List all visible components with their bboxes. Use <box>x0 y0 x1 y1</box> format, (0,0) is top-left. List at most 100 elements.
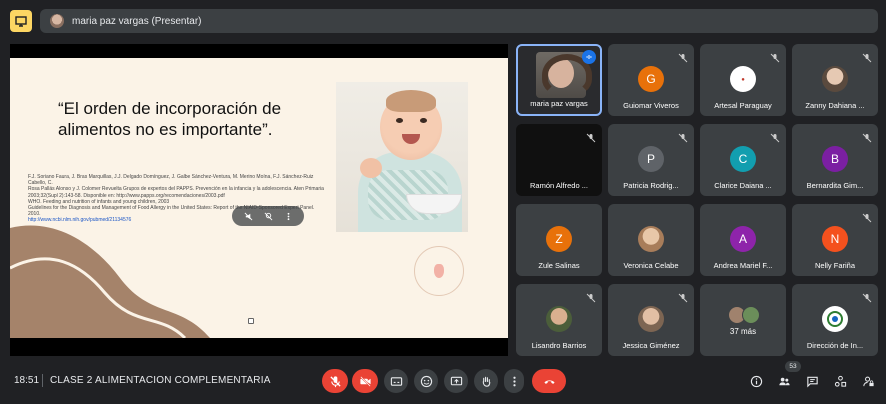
participant-tile[interactable]: Dirección de In... <box>792 284 878 356</box>
emoji-icon <box>420 375 432 387</box>
info-icon <box>750 375 762 387</box>
participant-name: Zanny Dahiana ... <box>805 101 865 110</box>
hand-icon <box>482 376 490 387</box>
more-options-icon[interactable] <box>283 211 293 221</box>
mic-off-icon <box>862 50 872 63</box>
chat-button[interactable] <box>804 373 820 389</box>
avatar <box>50 14 64 28</box>
bottom-bar: 18:51 CLASE 2 ALIMENTACION COMPLEMENTARI… <box>0 358 886 404</box>
participant-video <box>536 52 592 98</box>
meeting-details-button[interactable] <box>748 373 764 389</box>
participant-tile[interactable]: A Andrea Mariel F... <box>700 204 786 276</box>
avatar: N <box>822 226 848 252</box>
mic-toggle-button[interactable] <box>322 369 348 393</box>
participant-name: Guiomar Viveros <box>623 101 679 110</box>
more-participants-label: 37 más <box>729 327 757 336</box>
more-participants-tile[interactable]: 37 más <box>700 284 786 356</box>
slide-overlay-controls <box>232 206 304 226</box>
mic-off-icon <box>862 290 872 303</box>
participant-tile[interactable]: Ramón Alfredo ... <box>516 124 602 196</box>
clock: 18:51 <box>14 375 40 386</box>
avatar <box>638 306 664 332</box>
participant-name: Patricia Rodrig... <box>623 181 679 190</box>
reference-line: Rosa Pallás Alonso y J. Colomer Revuelta… <box>28 186 324 193</box>
participant-name: Lisandro Barrios <box>531 341 587 350</box>
mic-off-icon <box>862 130 872 143</box>
participant-name: Bernardita Gim... <box>806 181 864 190</box>
lock-person-icon <box>862 376 874 386</box>
avatar <box>638 226 664 252</box>
people-count-badge: 53 <box>785 361 801 372</box>
divider <box>42 374 43 387</box>
mic-off-icon <box>770 50 780 63</box>
avatar: Z <box>546 226 572 252</box>
chat-icon <box>806 376 818 387</box>
emoji-button[interactable] <box>414 369 438 393</box>
presentation-slide: “El orden de incorporación de alimentos … <box>10 58 508 338</box>
presentation-icon[interactable] <box>10 10 32 32</box>
mic-off-icon <box>329 375 341 387</box>
participant-tile[interactable]: B Bernardita Gim... <box>792 124 878 196</box>
avatar: P <box>638 146 664 172</box>
mic-off-icon <box>678 50 688 63</box>
presenter-chip[interactable]: maria paz vargas (Presentar) <box>40 9 878 33</box>
mute-icon[interactable] <box>243 211 253 221</box>
participant-tile[interactable]: maria paz vargas <box>516 44 602 116</box>
participant-tile[interactable]: ● Artesal Paraguay <box>700 44 786 116</box>
participant-tile[interactable]: P Patricia Rodrig... <box>608 124 694 196</box>
participant-tile[interactable]: Veronica Celabe <box>608 204 694 276</box>
camera-toggle-button[interactable] <box>352 369 378 393</box>
participant-name: Nelly Fariña <box>814 261 855 270</box>
participant-name: Jessica Giménez <box>622 341 680 350</box>
mouse-cursor <box>248 318 254 324</box>
captions-button[interactable] <box>384 369 408 393</box>
pin-icon[interactable] <box>263 211 273 221</box>
avatar: ● <box>730 66 756 92</box>
participant-tile[interactable]: G Guiomar Viveros <box>608 44 694 116</box>
more-vert-icon <box>512 376 516 386</box>
participant-name: Dirección de In... <box>806 341 864 350</box>
participant-grid: maria paz vargas G Guiomar Viveros ● Art… <box>516 44 878 356</box>
participant-tile[interactable]: N Nelly Fariña <box>792 204 878 276</box>
participant-name: Artesal Paraguay <box>714 101 772 110</box>
avatar: A <box>730 226 756 252</box>
participant-tile[interactable]: Zanny Dahiana ... <box>792 44 878 116</box>
avatar <box>822 306 848 332</box>
host-controls-button[interactable] <box>860 373 876 389</box>
activities-icon <box>834 375 846 387</box>
present-icon <box>450 376 462 385</box>
mic-off-icon <box>586 290 596 303</box>
decorative-wave <box>10 225 210 338</box>
avatar <box>822 66 848 92</box>
participant-name: Veronica Celabe <box>623 261 679 270</box>
participant-name: Ramón Alfredo ... <box>530 181 588 190</box>
present-screen-button[interactable] <box>444 369 468 393</box>
participant-name: maria paz vargas <box>530 99 588 108</box>
slide-title: “El orden de incorporación de alimentos … <box>58 99 282 139</box>
mic-off-icon <box>678 290 688 303</box>
avatar: B <box>822 146 848 172</box>
mic-off-icon <box>770 130 780 143</box>
participant-name: Clarice Daiana ... <box>714 181 772 190</box>
activities-button[interactable] <box>832 373 848 389</box>
avatar <box>546 306 572 332</box>
mic-off-icon <box>678 130 688 143</box>
participant-tile[interactable]: C Clarice Daiana ... <box>700 124 786 196</box>
participant-tile[interactable]: Lisandro Barrios <box>516 284 602 356</box>
raise-hand-button[interactable] <box>474 369 498 393</box>
meet-window: maria paz vargas (Presentar) “El orden d… <box>0 0 886 404</box>
presenter-name: maria paz vargas (Presentar) <box>72 15 202 27</box>
more-options-button[interactable] <box>504 369 524 393</box>
speaking-icon <box>582 50 596 64</box>
participant-tile[interactable]: Jessica Giménez <box>608 284 694 356</box>
end-call-icon <box>543 379 555 384</box>
reference-line: F.J. Soriano Faura, J. Bras Marquillas, … <box>28 174 314 187</box>
end-call-button[interactable] <box>532 369 566 393</box>
mic-off-icon <box>586 130 596 143</box>
svg-text:●: ● <box>741 77 745 83</box>
participant-tile[interactable]: Z Zule Salinas <box>516 204 602 276</box>
mic-off-icon <box>862 210 872 223</box>
participant-name: Zule Salinas <box>538 261 580 270</box>
people-button[interactable] <box>776 373 792 389</box>
people-icon <box>778 377 790 385</box>
